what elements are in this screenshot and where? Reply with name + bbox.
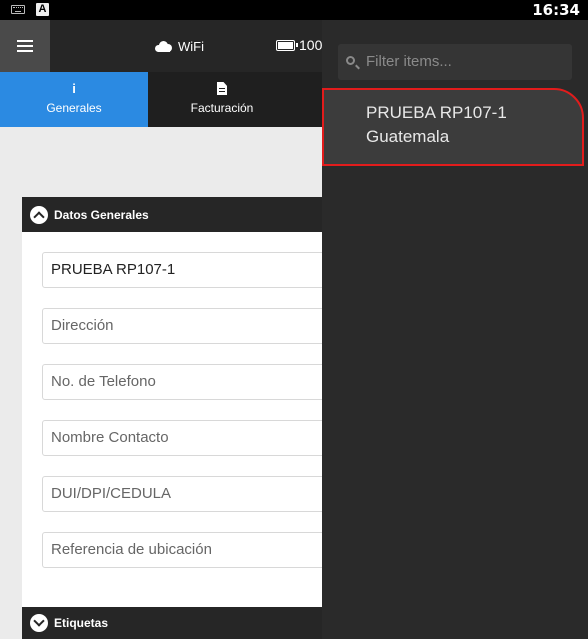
a-badge-icon: A [36,3,49,16]
tab-facturacion[interactable]: Facturación [148,72,296,127]
wifi-status: WiFi [155,37,204,55]
chevron-up-icon [30,205,48,224]
drawer-item-subtitle: Guatemala [366,127,450,146]
etiquetas-title: Etiquetas [54,616,109,630]
chevron-down-icon [30,614,48,632]
info-icon: i [72,81,76,96]
document-icon [217,82,227,95]
datos-generales-header[interactable]: Datos Generales [22,197,342,232]
wifi-label: WiFi [178,38,204,54]
datos-generales-title: Datos Generales [54,207,149,222]
address-field[interactable]: Dirección [42,308,342,344]
tab-generales[interactable]: i Generales [0,72,148,127]
filter-placeholder: Filter items... [366,53,452,70]
hamburger-menu-icon[interactable] [0,20,50,72]
cloud-icon [155,40,172,52]
side-drawer: Filter items... PRUEBA RP107-1 Guatemala [322,20,588,639]
tab-generales-label: Generales [46,101,102,115]
id-document-field[interactable]: DUI/DPI/CEDULA [42,476,342,512]
battery-status: 100 [276,37,322,53]
contact-name-field[interactable]: Nombre Contacto [42,420,342,456]
datos-generales-panel: Datos Generales PRUEBA RP107-1 Dirección… [22,197,342,639]
location-reference-field[interactable]: Referencia de ubicación [42,532,342,568]
name-field[interactable]: PRUEBA RP107-1 [42,252,342,288]
search-icon [346,56,355,65]
battery-icon [276,39,298,51]
status-bar: A 16:34 [0,0,588,20]
filter-input[interactable]: Filter items... [338,44,572,80]
clock: 16:34 [532,1,580,19]
tab-facturacion-label: Facturación [190,101,254,115]
etiquetas-header[interactable]: Etiquetas [22,607,342,639]
battery-label: 100 [299,37,323,53]
keyboard-icon [11,5,25,14]
phone-field[interactable]: No. de Telefono [42,364,342,400]
drawer-item-title: PRUEBA RP107-1 [366,103,507,122]
drawer-item[interactable]: PRUEBA RP107-1 Guatemala [322,88,584,166]
